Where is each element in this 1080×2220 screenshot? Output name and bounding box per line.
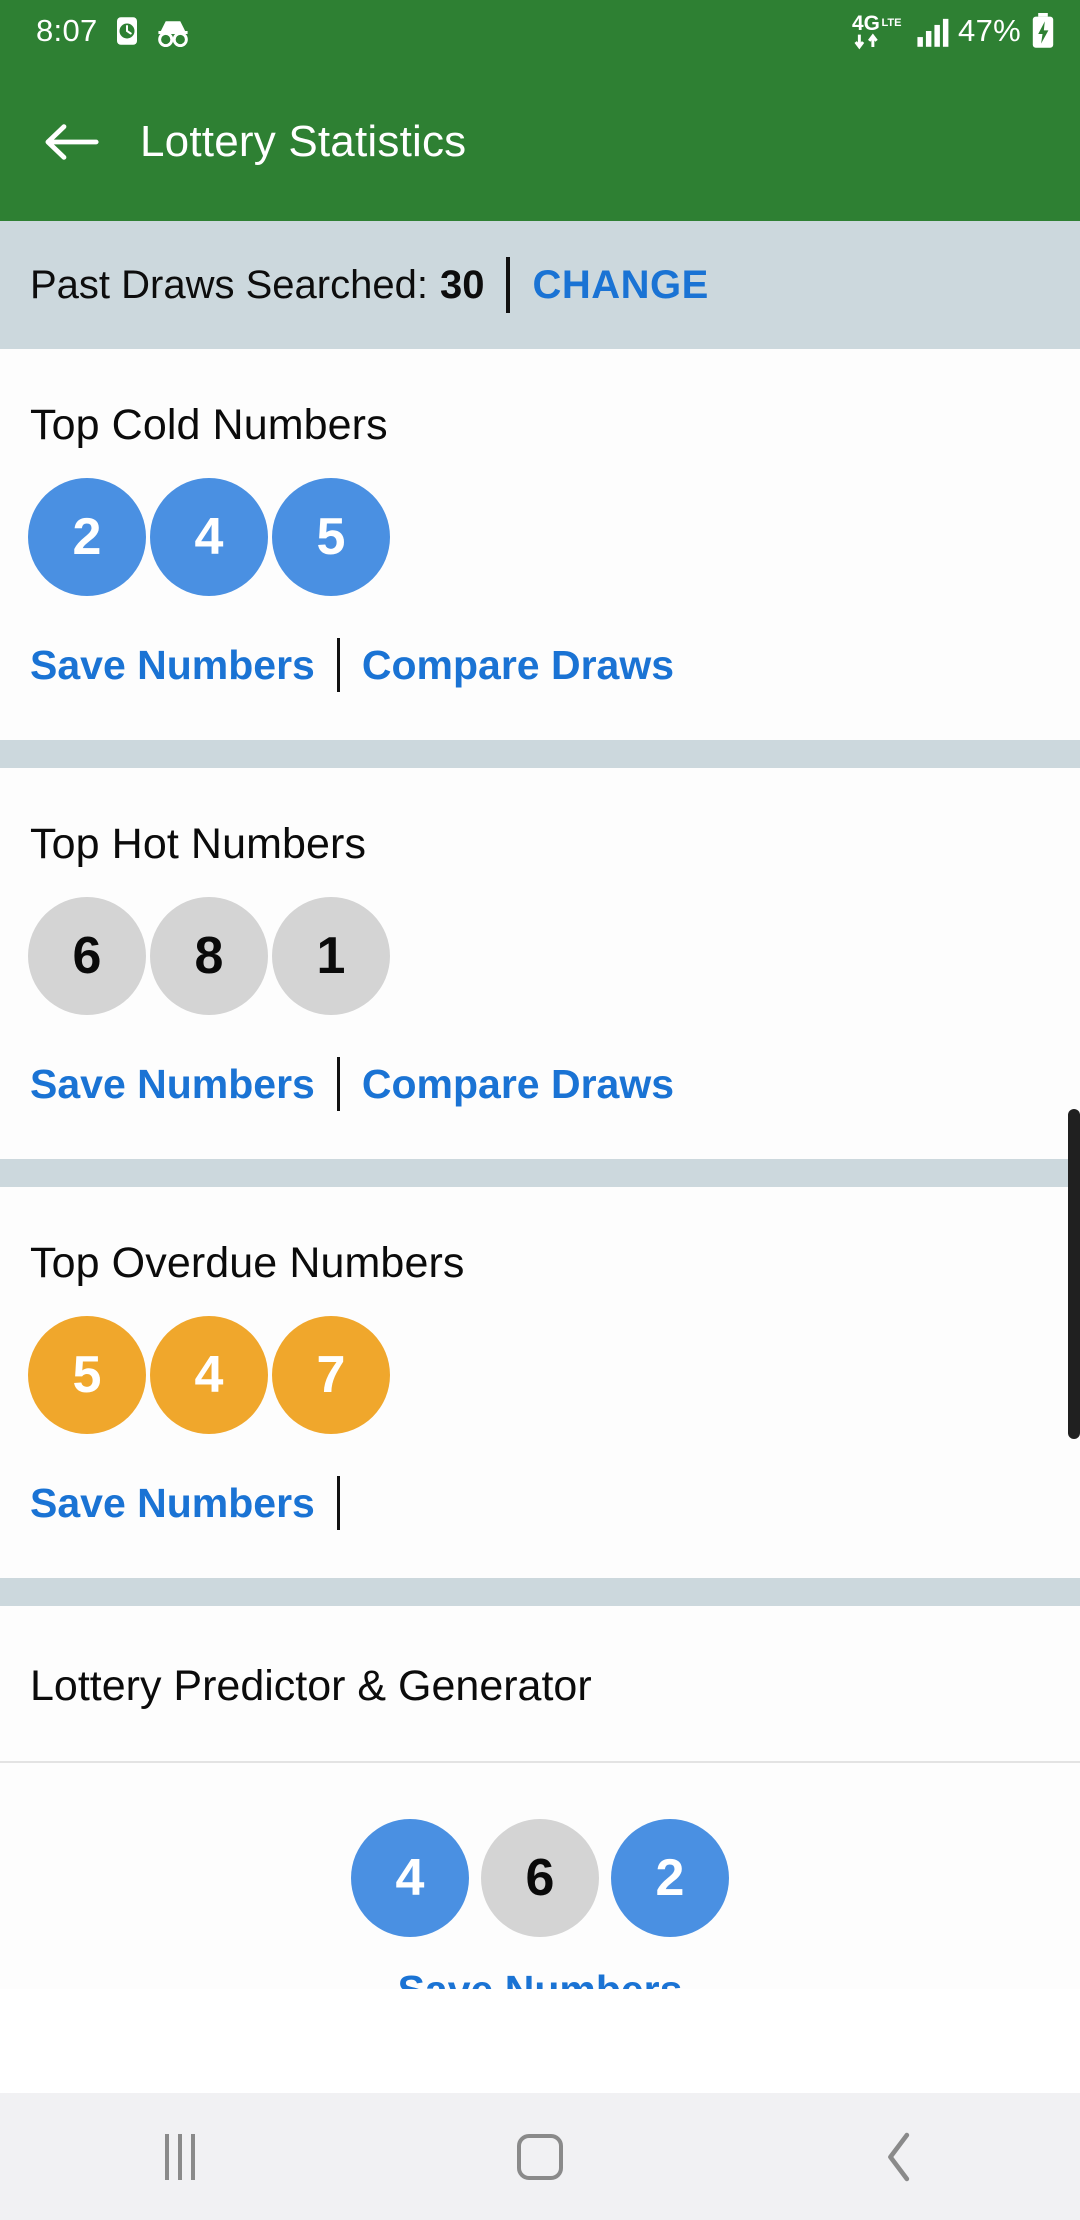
section-title: Top Overdue Numbers (30, 1239, 465, 1287)
section-divider (0, 740, 1080, 768)
section-divider (0, 1159, 1080, 1187)
number-ball[interactable]: 2 (28, 478, 146, 596)
change-draws-button[interactable]: CHANGE (532, 263, 708, 308)
number-ball[interactable]: 5 (28, 1316, 146, 1434)
scrollbar-thumb[interactable] (1068, 1109, 1080, 1439)
number-ball[interactable]: 5 (272, 478, 390, 596)
number-ball[interactable]: 4 (351, 1819, 469, 1937)
number-ball[interactable]: 2 (611, 1819, 729, 1937)
number-ball[interactable]: 6 (481, 1819, 599, 1937)
back-arrow-icon[interactable] (38, 109, 104, 175)
past-draws-label: Past Draws Searched: (30, 262, 428, 307)
page-title: Lottery Statistics (140, 116, 467, 166)
battery-percent-label: 47% (958, 13, 1021, 48)
predictor-save-numbers-button[interactable]: Save Numbers (0, 1937, 1080, 1989)
number-ball[interactable]: 1 (272, 897, 390, 1015)
action-separator (336, 1476, 340, 1530)
incognito-glasses-icon (156, 14, 190, 48)
svg-text:LTE: LTE (882, 17, 902, 29)
save-numbers-button[interactable]: Save Numbers (30, 1480, 315, 1527)
number-ball-row: 5 4 7 (0, 1288, 1080, 1434)
section-top-overdue-numbers: Top Overdue Numbers 5 4 7 Save Numbers (0, 1187, 1080, 1578)
recents-icon[interactable] (0, 2133, 360, 2180)
action-separator (336, 1057, 340, 1111)
save-numbers-button[interactable]: Save Numbers (30, 1061, 315, 1108)
number-ball[interactable]: 8 (150, 897, 268, 1015)
section-actions: Save Numbers Compare Draws (0, 1015, 1080, 1159)
number-ball-row: 2 4 5 (0, 450, 1080, 596)
section-lottery-predictor: Lottery Predictor & Generator 4 6 2 Save… (0, 1606, 1080, 1989)
section-title: Top Hot Numbers (30, 820, 367, 868)
info-bar-separator (506, 257, 511, 313)
home-icon[interactable] (360, 2133, 720, 2180)
section-top-hot-numbers: Top Hot Numbers 6 8 1 Save Numbers Compa… (0, 768, 1080, 1159)
section-divider (0, 1578, 1080, 1606)
number-ball[interactable]: 4 (150, 1316, 268, 1434)
predictor-title: Lottery Predictor & Generator (30, 1662, 592, 1710)
status-clock: 8:07 (36, 13, 98, 48)
svg-text:4G: 4G (852, 12, 880, 35)
action-separator (336, 638, 340, 692)
statistics-content: Top Cold Numbers 2 4 5 Save Numbers Comp… (0, 349, 1080, 1989)
system-navigation-bar (0, 2093, 1080, 2220)
section-actions: Save Numbers Compare Draws (0, 596, 1080, 740)
alarm-icon (112, 14, 142, 48)
section-actions: Save Numbers (0, 1434, 1080, 1578)
app-bar: Lottery Statistics (0, 62, 1080, 221)
number-ball-row: 6 8 1 (0, 869, 1080, 1015)
save-numbers-button[interactable]: Save Numbers (30, 642, 315, 689)
status-bar-right: 4G LTE 47% (852, 10, 1056, 52)
back-chevron-icon[interactable] (720, 2131, 1080, 2183)
past-draws-bar: Past Draws Searched: 30 CHANGE (0, 221, 1080, 349)
battery-charging-icon (1030, 13, 1056, 49)
compare-draws-button[interactable]: Compare Draws (362, 642, 674, 689)
predictor-ball-row: 4 6 2 (0, 1763, 1080, 1937)
section-top-cold-numbers: Top Cold Numbers 2 4 5 Save Numbers Comp… (0, 349, 1080, 740)
status-bar: 8:07 4G LTE 47% (0, 0, 1080, 62)
number-ball[interactable]: 4 (150, 478, 268, 596)
compare-draws-button[interactable]: Compare Draws (362, 1061, 674, 1108)
network-4g-lte-icon: 4G LTE (852, 10, 906, 52)
status-bar-left: 8:07 (36, 13, 190, 49)
number-ball[interactable]: 6 (28, 897, 146, 1015)
section-title: Top Cold Numbers (30, 401, 388, 449)
signal-bars-icon (915, 14, 949, 48)
number-ball[interactable]: 7 (272, 1316, 390, 1434)
past-draws-value: 30 (439, 262, 485, 307)
